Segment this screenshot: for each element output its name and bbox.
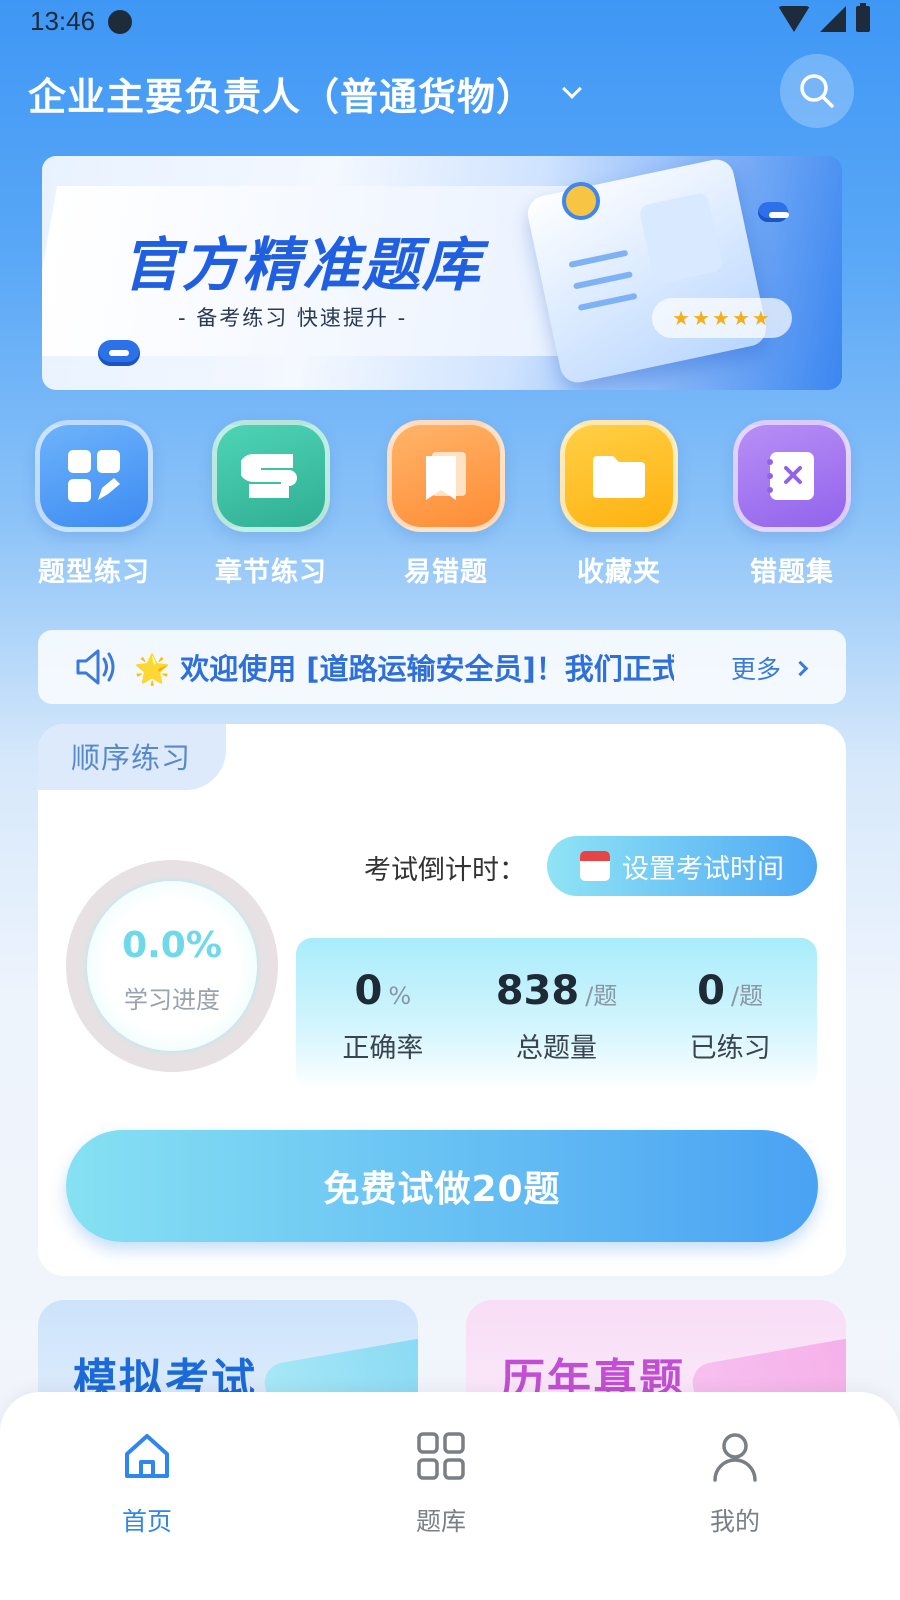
bookmark-icon	[387, 420, 505, 532]
exam-category-title: 企业主要负责人（普通货物）	[28, 75, 536, 119]
quick-nav: 题型练习 章节练习 易错题 收藏夹 错题集	[0, 420, 900, 590]
quick-nav-label: 收藏夹	[577, 557, 661, 588]
set-exam-time-button[interactable]: 设置考试时间	[547, 836, 817, 896]
status-bar: 13:46	[0, 0, 900, 46]
progress-value: 0.0%	[122, 925, 222, 966]
grid-edit-icon	[35, 420, 153, 532]
progress-ring-inner: 0.0% 学习进度	[87, 881, 257, 1051]
nav-question-bank[interactable]: 题库	[361, 1428, 521, 1538]
promo-banner[interactable]: 官方精准题库 - 备考练习 快速提升 - ★★★★★	[42, 156, 842, 390]
status-time: 13:46	[30, 6, 96, 36]
stat-value: 0	[697, 968, 726, 1014]
chevron-right-icon	[792, 660, 809, 676]
announcement-bar[interactable]: 🌟 欢迎使用 [道路运输安全员]！我们正式 更多	[38, 630, 846, 704]
wrong-notebook-icon	[733, 420, 851, 532]
decor-pill	[98, 340, 140, 366]
more-label: 更多	[730, 655, 781, 684]
quick-nav-chapters[interactable]: 章节练习	[191, 420, 351, 589]
nav-label: 我的	[709, 1507, 760, 1536]
stat-unit: %	[388, 982, 412, 1010]
folder-icon	[560, 420, 678, 532]
exam-countdown-label: 考试倒计时：	[364, 855, 526, 886]
home-icon	[125, 1434, 169, 1478]
announcement-more-link[interactable]: 更多	[730, 650, 809, 686]
avatar-illustration	[638, 191, 724, 285]
free-trial-button[interactable]: 免费试做20题	[66, 1130, 818, 1242]
decor-pill	[758, 202, 789, 222]
stat-label: 已练习	[689, 1033, 771, 1064]
quick-nav-favorites[interactable]: 收藏夹	[539, 420, 699, 589]
stat-unit: /题	[731, 982, 764, 1010]
stat-accuracy: 0% 正确率	[308, 968, 458, 1090]
search-button[interactable]	[780, 54, 854, 128]
stat-unit: /题	[585, 982, 618, 1010]
medal-icon	[562, 182, 600, 220]
quick-nav-label: 易错题	[404, 557, 488, 588]
banner-title: 官方精准题库	[122, 231, 483, 299]
quick-nav-wrong-answers[interactable]: 错题集	[712, 420, 872, 589]
practice-tab[interactable]: 顺序练习	[38, 724, 226, 790]
quick-nav-question-types[interactable]: 题型练习	[14, 420, 174, 589]
announcement-text: 🌟 欢迎使用 [道路运输安全员]！我们正式	[134, 652, 674, 686]
rating-stars: ★★★★★	[652, 298, 792, 338]
nav-profile[interactable]: 我的	[655, 1428, 815, 1538]
card-line	[568, 249, 629, 269]
sequential-practice-card: 顺序练习 0.0% 学习进度 考试倒计时： 设置考试时间 0% 正确率 838/…	[38, 724, 846, 1276]
exam-category-selector[interactable]: 企业主要负责人（普通货物）	[28, 66, 582, 121]
nav-label: 题库	[415, 1507, 466, 1536]
quick-nav-error-prone[interactable]: 易错题	[366, 420, 526, 589]
nav-label: 首页	[121, 1507, 172, 1536]
set-exam-time-label: 设置考试时间	[622, 853, 784, 885]
quick-nav-label: 章节练习	[215, 557, 327, 588]
card-line	[577, 292, 638, 312]
card-line	[573, 271, 633, 290]
app-notification-icon	[108, 10, 132, 34]
stat-label: 正确率	[342, 1033, 424, 1064]
stat-label: 总题量	[515, 1033, 597, 1064]
stat-value: 0	[354, 968, 383, 1014]
chapter-icon	[212, 420, 330, 532]
quick-nav-label: 错题集	[750, 557, 834, 588]
calendar-icon	[580, 851, 610, 881]
nav-home[interactable]: 首页	[67, 1428, 227, 1538]
stat-value: 838	[495, 968, 580, 1014]
status-icons	[778, 3, 870, 32]
speaker-icon	[76, 649, 115, 685]
bottom-nav: 首页 题库 我的	[0, 1392, 900, 1600]
stat-practiced: 0/题 已练习	[655, 968, 805, 1090]
user-icon	[713, 1433, 757, 1482]
signal-icon	[820, 6, 846, 32]
progress-label: 学习进度	[124, 986, 220, 1014]
grid-icon	[417, 1432, 465, 1480]
stat-total-questions: 838/题 总题量	[481, 968, 631, 1090]
banner-subtitle: - 备考练习 快速提升 -	[178, 306, 408, 330]
battery-icon	[856, 3, 870, 32]
progress-ring: 0.0% 学习进度	[66, 860, 278, 1072]
quick-nav-label: 题型练习	[38, 557, 150, 588]
stats-panel: 0% 正确率 838/题 总题量 0/题 已练习	[296, 938, 817, 1090]
chevron-down-icon	[562, 78, 582, 99]
search-icon	[800, 74, 834, 108]
wifi-icon	[778, 6, 810, 32]
